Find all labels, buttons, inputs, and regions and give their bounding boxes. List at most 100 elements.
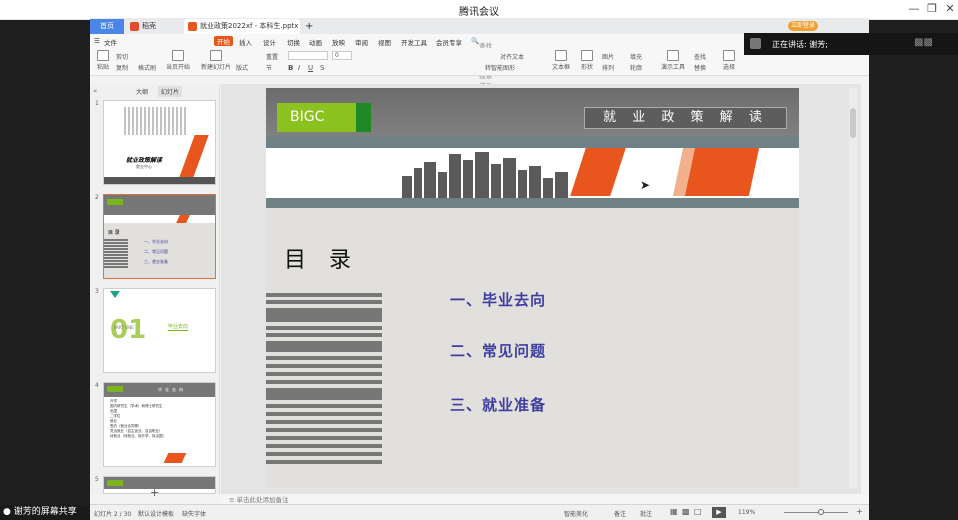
- thumb2-logo: [107, 199, 123, 205]
- ribbon-tab-design[interactable]: 设计: [263, 37, 276, 47]
- tab-document[interactable]: 就业政策2022xf - 本科生.pptx: [184, 19, 300, 34]
- find-button[interactable]: 查找: [694, 52, 706, 61]
- ribbon-tab-insert[interactable]: 插入: [239, 37, 252, 47]
- canvas-scrollbar[interactable]: [849, 88, 857, 488]
- font-name-select[interactable]: [288, 51, 328, 60]
- ppt-icon: [188, 22, 197, 31]
- ribbon-tab-member[interactable]: 会员专享: [436, 37, 462, 47]
- restore-icon[interactable]: ❐: [924, 2, 940, 15]
- tab-home[interactable]: 首页: [90, 19, 124, 34]
- ribbon-tab-animation[interactable]: 动画: [309, 37, 322, 47]
- pane-tab-slides[interactable]: 幻灯片: [158, 86, 183, 97]
- slide-current[interactable]: BIGC 就 业 政 策 解 读 ➤ 目 录 一、毕业去向 二、常见问题 三、就…: [266, 88, 799, 488]
- tab-daoke[interactable]: 稻壳: [126, 19, 178, 34]
- picture-button[interactable]: 图片: [602, 52, 614, 61]
- share-label-text: 谢芳的屏幕共享: [13, 507, 77, 517]
- thumb3-label: 毕业去向: [168, 324, 189, 331]
- menu-icon[interactable]: ☰: [94, 37, 100, 45]
- new-tab-button[interactable]: +: [302, 19, 316, 34]
- ribbon-tab-developer[interactable]: 开发工具: [401, 37, 427, 47]
- slide-thumb-1[interactable]: 就业政策解读 就业中心: [103, 100, 216, 185]
- select-button[interactable]: 选择: [718, 50, 740, 71]
- new-slide-button[interactable]: 新建幻灯片: [200, 50, 232, 71]
- skyline-building: [503, 158, 516, 198]
- shapes-button[interactable]: 形状: [576, 50, 598, 71]
- arrange-button[interactable]: 排列: [602, 63, 614, 72]
- ribbon-tab-home[interactable]: 开始: [214, 36, 233, 46]
- ribbon-tab-view[interactable]: 视图: [378, 37, 391, 47]
- close-icon[interactable]: ✕: [942, 2, 958, 15]
- section-button[interactable]: 节: [266, 63, 272, 72]
- new-slide-label: 新建幻灯片: [200, 64, 231, 71]
- copy-button[interactable]: 复制: [116, 63, 128, 72]
- presenter-tools-button[interactable]: 演示工具: [658, 50, 688, 71]
- minimize-icon[interactable]: —: [906, 2, 922, 15]
- slide-thumb-3[interactable]: 01 PART ONE 毕业去向: [103, 288, 216, 373]
- smart-beautify-button[interactable]: 智能美化: [564, 509, 588, 518]
- add-slide-button[interactable]: +: [150, 486, 159, 499]
- stripe-bar: [266, 460, 382, 464]
- zoom-level[interactable]: 119%: [738, 509, 755, 516]
- underline-button[interactable]: U: [308, 64, 313, 72]
- wps-window: 首页 稻壳 就业政策2022xf - 本科生.pptx + 立即登录 ☰ 文件 …: [90, 18, 869, 520]
- bold-button[interactable]: B: [288, 64, 293, 72]
- presenter-label: 演示工具: [660, 64, 685, 71]
- slide-thumb-4[interactable]: 毕业去向 升学 国内研究生（学术）和博士研究生 出国 二学位 就业 签约（就业合…: [103, 382, 216, 467]
- thumb1-title: 就业政策解读: [126, 157, 163, 164]
- login-button[interactable]: 立即登录: [788, 21, 818, 31]
- command-search[interactable]: 🔍 查找命令、搜索模板: [471, 37, 492, 90]
- align-text-button[interactable]: 对齐文本: [500, 52, 524, 61]
- ribbon-tab-review[interactable]: 审阅: [355, 37, 368, 47]
- strikethrough-button[interactable]: S: [320, 64, 324, 72]
- stripe-bar: [266, 333, 382, 337]
- stripe-bar: [266, 428, 382, 432]
- slide-thumb-2[interactable]: 目 录 一、毕业去向 二、常见问题 三、就业准备: [103, 194, 216, 279]
- textbox-button[interactable]: 文本框: [550, 50, 572, 71]
- thumb4-line: 待就业（待就业、拟升学、拟出国）: [110, 434, 166, 438]
- paste-button[interactable]: 粘贴: [94, 50, 112, 71]
- replace-button[interactable]: 替换: [694, 63, 706, 72]
- font-size-select[interactable]: 0: [332, 51, 352, 60]
- from-current-button[interactable]: 当页开始: [164, 50, 192, 71]
- meeting-titlebar: 腾讯会议 — ❐ ✕: [0, 0, 958, 20]
- notes-placeholder: 单击此处添加备注: [236, 496, 289, 504]
- missing-font-button[interactable]: 缺失字体: [182, 509, 206, 518]
- stripe-bar: [266, 436, 382, 440]
- notes-button[interactable]: 备注: [614, 509, 626, 518]
- skyline-building: [491, 164, 501, 198]
- sorter-view-icon[interactable]: ▩: [682, 507, 690, 516]
- zoom-in-icon[interactable]: +: [856, 507, 863, 516]
- fill-button[interactable]: 填充: [630, 52, 642, 61]
- normal-view-icon[interactable]: ▦: [670, 507, 678, 516]
- play-slideshow-icon[interactable]: ▶: [712, 507, 726, 518]
- slide-thumb-5[interactable]: [103, 476, 216, 494]
- thumb5-logo: [107, 480, 123, 486]
- reset-button[interactable]: 重置: [266, 52, 278, 61]
- ribbon-tab-file[interactable]: 文件: [104, 37, 117, 47]
- thumb2-item: 二、常见问题: [144, 249, 168, 254]
- smartart-button[interactable]: 转智能图形: [485, 63, 515, 72]
- play-icon: [172, 50, 184, 61]
- notes-icon: ≡: [229, 496, 235, 504]
- stripe-bar: [266, 420, 382, 424]
- layout-button[interactable]: 版式: [236, 63, 248, 72]
- collapse-pane-icon[interactable]: «: [93, 87, 97, 95]
- cursor-icon: [723, 50, 735, 61]
- italic-button[interactable]: I: [298, 64, 300, 72]
- scrollbar-thumb[interactable]: [850, 108, 856, 138]
- outline-button[interactable]: 轮廓: [630, 63, 642, 72]
- ribbon-tab-transition[interactable]: 切换: [287, 37, 300, 47]
- format-painter-button[interactable]: 格式刷: [138, 63, 156, 72]
- comments-button[interactable]: 批注: [640, 509, 652, 518]
- thumb-number: 5: [95, 476, 99, 483]
- ribbon-tab-slideshow[interactable]: 放映: [332, 37, 345, 47]
- thumb1-footer-bar: [104, 177, 215, 184]
- notes-area[interactable]: ≡ 单击此处添加备注: [221, 494, 869, 504]
- reading-view-icon[interactable]: □: [694, 507, 702, 516]
- zoom-slider[interactable]: [784, 509, 848, 515]
- pane-tab-outline[interactable]: 大纲: [136, 87, 148, 96]
- cut-button[interactable]: 剪切: [116, 52, 128, 61]
- template-name[interactable]: 默认设计模板: [138, 509, 174, 518]
- zoom-slider-handle[interactable]: [818, 509, 824, 515]
- toc-item-2: 二、常见问题: [450, 342, 547, 360]
